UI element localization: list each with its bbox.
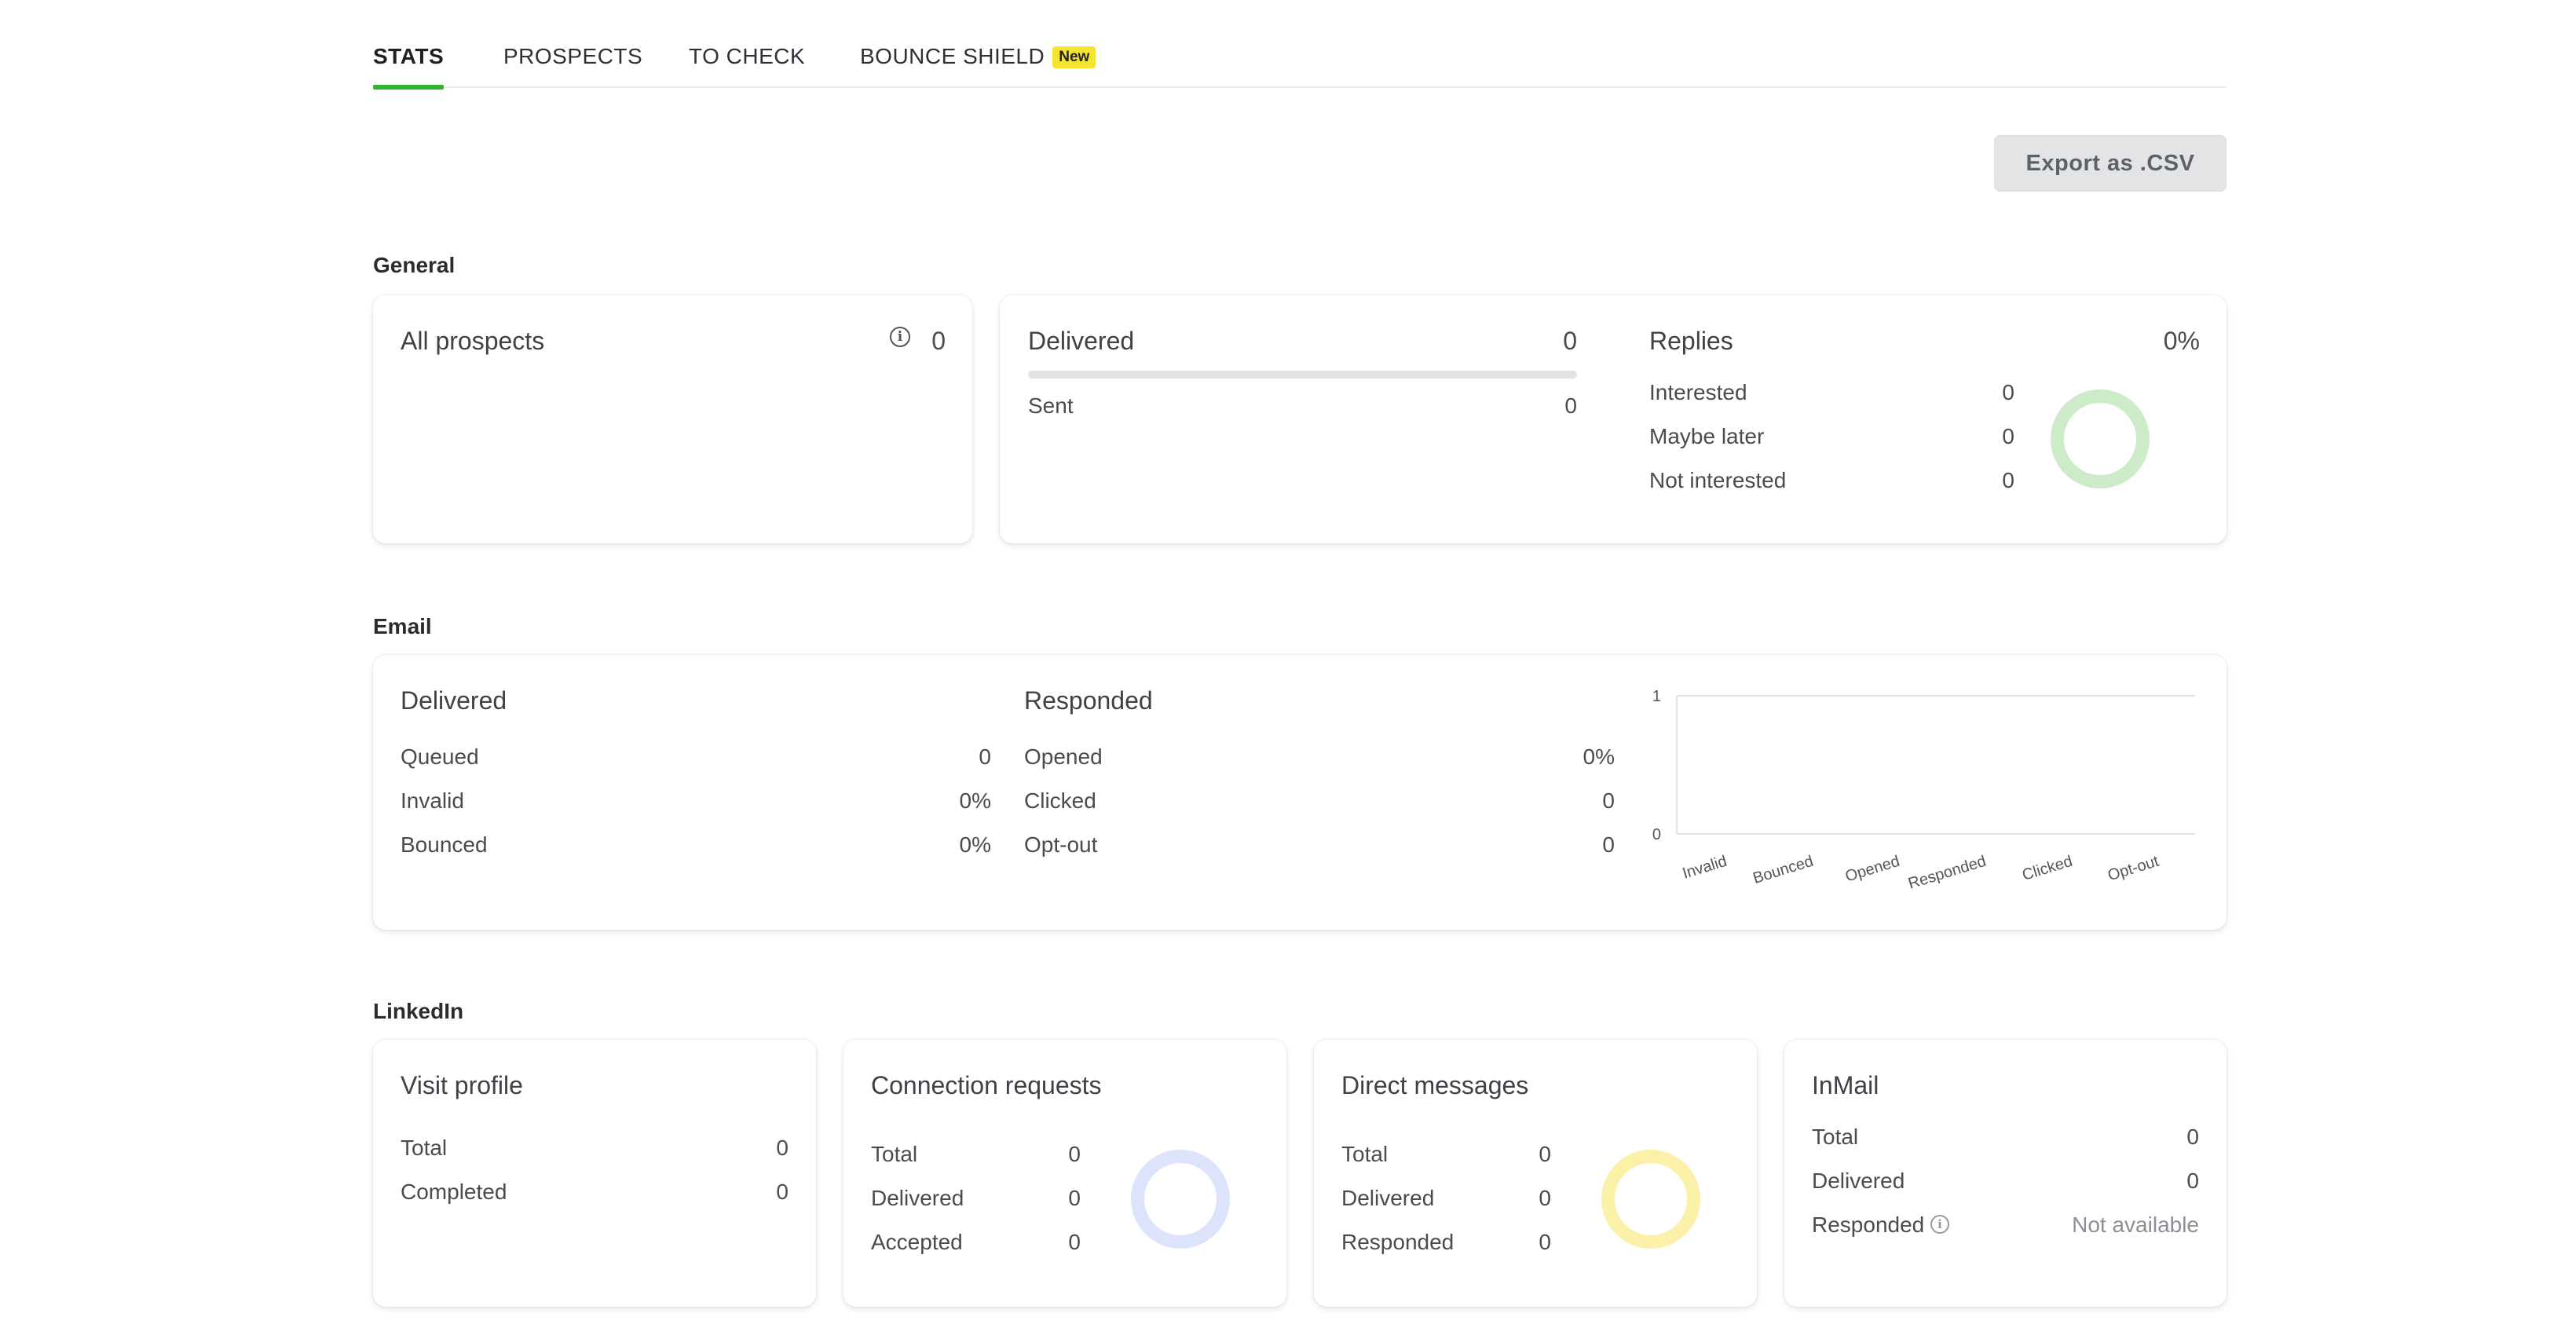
- replies-donut-chart: [2051, 390, 2150, 488]
- email-responded-row-label: Clicked: [1024, 788, 1096, 813]
- connection-row-value: 0: [1068, 1186, 1081, 1210]
- inmail-card: InMail Total 0 Delivered 0 Responded i N…: [1784, 1040, 2227, 1307]
- inmail-row-label: Delivered: [1812, 1169, 1905, 1193]
- chart-x-tick-label: Opened: [1843, 853, 1901, 886]
- visit-profile-row-label: Total: [401, 1136, 448, 1160]
- section-title-linkedin: LinkedIn: [373, 999, 464, 1023]
- section-title-general: General: [373, 253, 456, 277]
- connection-row-value: 0: [1068, 1142, 1081, 1166]
- tab-bounce-shield[interactable]: BOUNCE SHIELD New: [860, 44, 1096, 85]
- direct-row-value: 0: [1539, 1142, 1551, 1166]
- direct-messages-card: Direct messages Total 0 Delivered 0 Resp…: [1314, 1040, 1757, 1307]
- replies-row-label: Maybe later: [1649, 424, 1765, 448]
- delivered-label: Delivered: [1028, 327, 1135, 355]
- email-delivered-label: Delivered: [401, 686, 507, 715]
- info-icon[interactable]: i: [1930, 1215, 1949, 1234]
- connection-row-value: 0: [1068, 1230, 1081, 1254]
- inmail-row-label: Total: [1812, 1125, 1859, 1149]
- all-prospects-card: All prospects i 0: [373, 295, 972, 543]
- email-responded-row-value: 0: [1602, 788, 1615, 813]
- visit-profile-card: Visit profile Total 0 Completed 0: [373, 1040, 816, 1307]
- replies-row-value: 0: [2002, 468, 2014, 492]
- direct-row-value: 0: [1539, 1186, 1551, 1210]
- tab-prospects[interactable]: PROSPECTS: [503, 44, 642, 85]
- info-icon[interactable]: i: [890, 327, 910, 347]
- tab-stats[interactable]: STATS: [373, 44, 445, 90]
- connection-requests-card: Connection requests Total 0 Delivered 0 …: [843, 1040, 1286, 1307]
- email-responded-label: Responded: [1024, 686, 1153, 715]
- direct-row-label: Delivered: [1341, 1186, 1435, 1210]
- visit-profile-label: Visit profile: [401, 1071, 523, 1099]
- inmail-row-label: Responded: [1812, 1212, 1925, 1237]
- email-delivered-row-value: 0: [979, 744, 991, 769]
- visit-profile-row-value: 0: [776, 1180, 789, 1204]
- inmail-label: InMail: [1812, 1071, 1879, 1099]
- inmail-row-value: 0: [2186, 1125, 2199, 1149]
- email-delivered-row-value: 0%: [959, 832, 991, 857]
- sent-value: 0: [1564, 393, 1577, 418]
- chart-x-tick-label: Opt-out: [2106, 853, 2161, 885]
- sent-label: Sent: [1028, 393, 1074, 418]
- connection-row-label: Delivered: [871, 1186, 964, 1210]
- all-prospects-label: All prospects: [401, 327, 545, 355]
- replies-row-label: Not interested: [1649, 468, 1787, 492]
- chart-y-tick-label: 0: [1652, 826, 1661, 843]
- email-bar-chart: 0 1 Invalid Bounced Opened Responded Clicked Op…: [1652, 688, 2195, 893]
- chart-x-tick-label: Bounced: [1751, 853, 1816, 887]
- email-delivered-row-label: Queued: [401, 744, 479, 769]
- email-card: Delivered Queued 0 Invalid 0% Bounced 0%…: [373, 655, 2227, 930]
- email-responded-row-label: Opened: [1024, 744, 1103, 769]
- connection-row-label: Total: [871, 1142, 918, 1166]
- chart-y-tick-label: 1: [1652, 688, 1661, 705]
- chart-x-tick-label: Invalid: [1681, 853, 1729, 883]
- inmail-row-value: Not available: [2072, 1212, 2199, 1237]
- new-badge: New: [1052, 46, 1096, 68]
- stats-page: STATS PROSPECTS TO CHECK BOUNCE SHIELD Ne…: [373, 0, 2227, 1335]
- email-responded-row-value: 0: [1602, 832, 1615, 857]
- replies-row-value: 0: [2002, 380, 2014, 404]
- tab-bar: STATS PROSPECTS TO CHECK BOUNCE SHIELD Ne…: [373, 39, 2227, 90]
- delivered-replies-card: Delivered 0 Sent 0 Replies 0% Interested…: [1000, 295, 2227, 543]
- direct-row-value: 0: [1539, 1230, 1551, 1254]
- replies-row-value: 0: [2002, 424, 2014, 448]
- export-csv-button[interactable]: Export as .CSV: [1994, 135, 2227, 192]
- email-delivered-row-label: Bounced: [401, 832, 488, 857]
- email-delivered-row-value: 0%: [959, 788, 991, 813]
- email-responded-row-value: 0%: [1583, 744, 1615, 769]
- tab-to-check[interactable]: TO CHECK: [689, 44, 805, 85]
- visit-profile-row-label: Completed: [401, 1180, 507, 1204]
- direct-messages-donut-chart: [1601, 1150, 1700, 1249]
- chart-x-tick-label: Clicked: [2020, 853, 2074, 884]
- direct-row-label: Total: [1341, 1142, 1389, 1166]
- direct-row-label: Responded: [1341, 1230, 1454, 1254]
- delivered-progress-bar: [1028, 371, 1577, 379]
- inmail-row-value: 0: [2186, 1169, 2199, 1193]
- email-delivered-row-label: Invalid: [401, 788, 464, 813]
- connection-row-label: Accepted: [871, 1230, 963, 1254]
- chart-x-tick-label: Responded: [1906, 853, 1988, 893]
- replies-row-label: Interested: [1649, 380, 1747, 404]
- direct-messages-label: Direct messages: [1341, 1071, 1529, 1099]
- delivered-value: 0: [1563, 327, 1577, 355]
- all-prospects-value: 0: [931, 327, 946, 355]
- replies-value: 0%: [2163, 327, 2200, 355]
- connection-requests-label: Connection requests: [871, 1071, 1102, 1099]
- replies-label: Replies: [1649, 327, 1733, 355]
- section-title-email: Email: [373, 614, 432, 638]
- email-responded-row-label: Opt-out: [1024, 832, 1098, 857]
- visit-profile-row-value: 0: [776, 1136, 789, 1160]
- connection-donut-chart: [1131, 1150, 1230, 1249]
